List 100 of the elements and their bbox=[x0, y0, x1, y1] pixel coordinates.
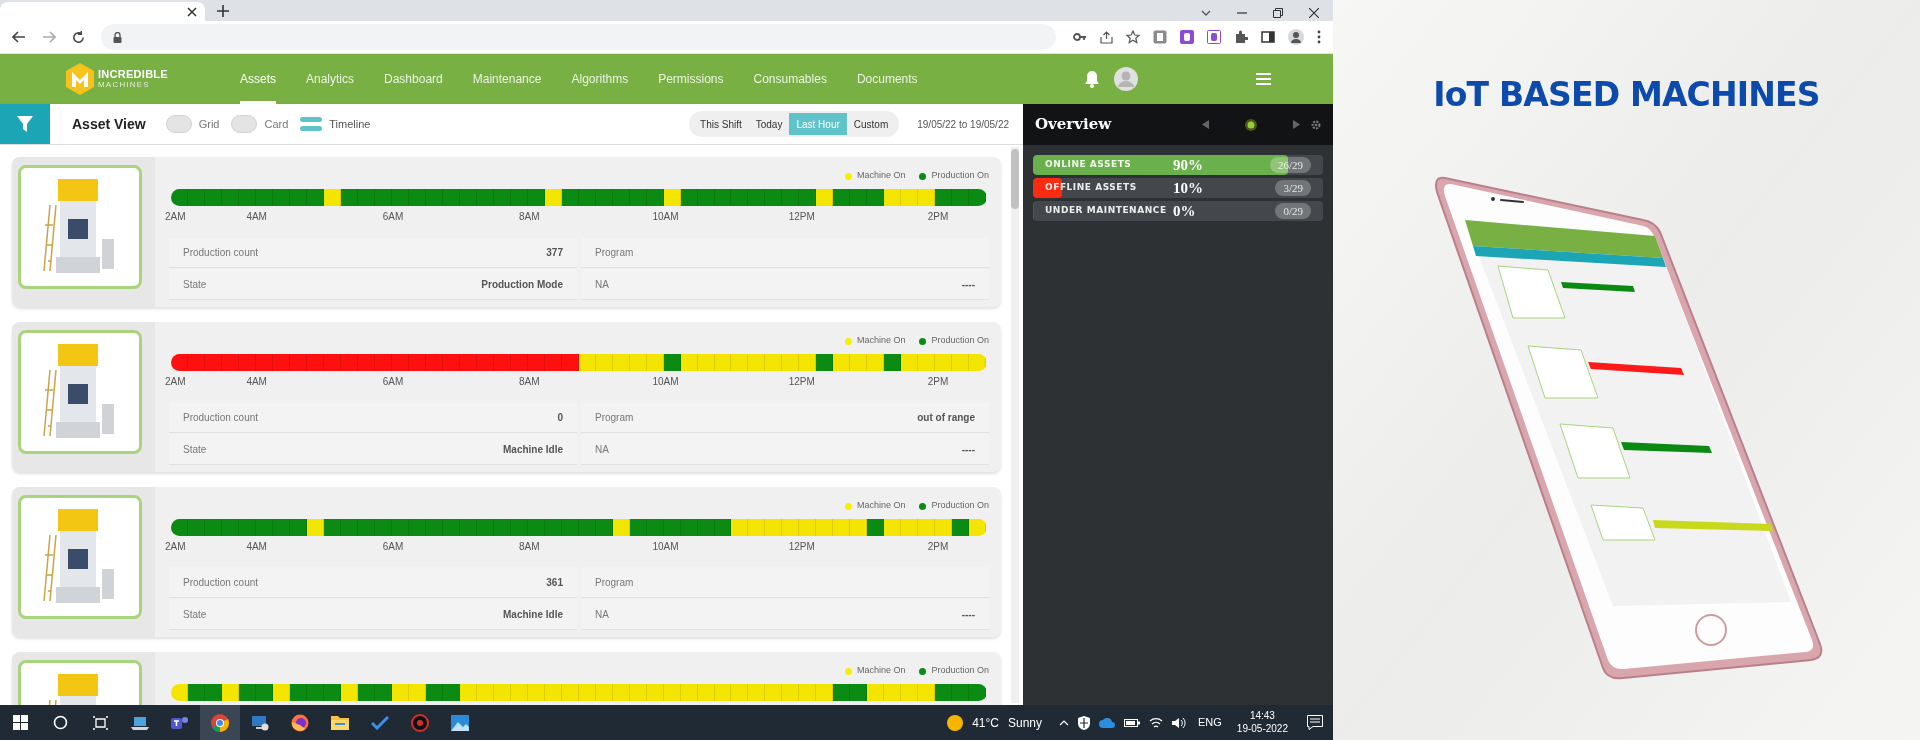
close-icon[interactable] bbox=[1309, 8, 1319, 18]
chevron-down-icon[interactable] bbox=[1201, 9, 1211, 17]
range-button[interactable]: This Shift bbox=[693, 113, 749, 135]
axis-label: 6AM bbox=[382, 375, 404, 389]
sun-icon[interactable] bbox=[947, 714, 964, 731]
status-percent: 0% bbox=[1173, 201, 1196, 221]
restore-icon[interactable] bbox=[1273, 8, 1283, 18]
panel-title: Overview bbox=[1035, 114, 1112, 136]
axis-label: 2AM bbox=[165, 375, 186, 389]
axis-label: 2AM bbox=[165, 210, 186, 224]
fox-browser-icon[interactable] bbox=[291, 713, 309, 732]
reload-icon[interactable] bbox=[72, 30, 85, 44]
speaker-icon[interactable] bbox=[1172, 716, 1186, 729]
key-icon[interactable] bbox=[1073, 32, 1087, 42]
notification-icon[interactable] bbox=[1307, 715, 1323, 730]
shield-icon[interactable] bbox=[1078, 715, 1090, 730]
asset-card[interactable]: Machine On Production On 2AM 4AM 6AM 8AM 10AM 12PM 2PM Production count 361 Program State Machine Idle NA ---- bbox=[12, 487, 1001, 637]
star-icon[interactable] bbox=[1126, 30, 1140, 44]
view-option[interactable]: Grid bbox=[165, 115, 220, 133]
axis-label: 4AM bbox=[246, 540, 267, 554]
range-button[interactable]: Today bbox=[748, 113, 790, 135]
axis-label: 6AM bbox=[382, 210, 404, 224]
axis-label: 2PM bbox=[927, 540, 949, 554]
scrollbar-thumb[interactable] bbox=[1011, 149, 1019, 209]
filter-button[interactable] bbox=[0, 104, 50, 144]
legend-label: Production On bbox=[931, 334, 989, 348]
legend-label: Machine On bbox=[856, 169, 906, 183]
field-label: Program bbox=[595, 410, 634, 425]
machine-thumbnail[interactable] bbox=[18, 495, 142, 619]
right-arrow-icon[interactable] bbox=[1293, 120, 1300, 129]
clock-date[interactable]: 19-05-2022 bbox=[1236, 722, 1288, 735]
legend-label: Machine On bbox=[856, 334, 906, 348]
clock-time[interactable]: 14:43 bbox=[1249, 710, 1275, 723]
extension-icon[interactable] bbox=[1207, 30, 1221, 44]
field-value: Machine Idle bbox=[503, 442, 563, 457]
left-arrow-icon[interactable] bbox=[1202, 120, 1209, 129]
extension-icon[interactable] bbox=[1153, 30, 1167, 44]
language-indicator[interactable]: ENG bbox=[1198, 714, 1222, 731]
axis-label: 6AM bbox=[382, 540, 404, 554]
machine-thumbnail[interactable] bbox=[18, 330, 142, 454]
status-count: 3/29 bbox=[1275, 179, 1311, 197]
field-label: NA bbox=[595, 607, 609, 622]
asset-card[interactable]: Machine On Production On 2AM 4AM 6AM 8AM 10AM 12PM 2PM Production count 377 Program State Production Mode NA ---- bbox=[12, 157, 1001, 307]
computer-icon[interactable] bbox=[251, 714, 269, 731]
checkmark-icon[interactable] bbox=[371, 715, 389, 730]
battery-icon[interactable] bbox=[1124, 717, 1140, 728]
browser-icon[interactable] bbox=[211, 713, 229, 732]
status-percent: 10% bbox=[1173, 178, 1203, 198]
page-title: Asset View bbox=[72, 114, 146, 134]
asset-card[interactable]: Machine On Production On bbox=[12, 652, 1001, 705]
field-label: Program bbox=[595, 245, 634, 260]
menu-icon[interactable] bbox=[1256, 73, 1271, 85]
task-view-icon[interactable] bbox=[92, 715, 108, 730]
scrollbar[interactable] bbox=[1011, 147, 1019, 703]
share-icon[interactable] bbox=[1100, 30, 1113, 44]
search-icon[interactable] bbox=[52, 715, 68, 730]
field-value: 361 bbox=[546, 575, 563, 590]
field-value: 377 bbox=[546, 245, 563, 260]
axis-label: 10AM bbox=[652, 375, 679, 389]
legend-dot-icon bbox=[919, 337, 927, 345]
toggle-icon bbox=[231, 115, 258, 133]
back-arrow-icon[interactable] bbox=[12, 31, 26, 43]
machine-thumbnail[interactable] bbox=[18, 165, 142, 289]
new-tab-icon[interactable] bbox=[217, 5, 229, 17]
field-label: Production count bbox=[183, 245, 259, 260]
settings-icon[interactable] bbox=[1311, 119, 1321, 130]
date-range[interactable]: 19/05/22 to 19/05/22 bbox=[917, 116, 1009, 132]
axis-label: 8AM bbox=[518, 375, 540, 389]
axis-label: 2PM bbox=[927, 375, 949, 389]
asset-card[interactable]: Machine On Production On 2AM 4AM 6AM 8AM 10AM 12PM 2PM Production count 0 Program out of range State Machine Idle NA ---- bbox=[12, 322, 1001, 472]
folder-icon[interactable] bbox=[331, 715, 349, 730]
bell-icon[interactable] bbox=[1082, 69, 1102, 89]
cloud-icon[interactable] bbox=[1099, 717, 1115, 728]
chevron-up-icon[interactable] bbox=[1059, 719, 1069, 726]
weather-text[interactable]: Sunny bbox=[1007, 713, 1042, 732]
laptop-icon[interactable] bbox=[131, 714, 149, 731]
view-option[interactable]: Card bbox=[231, 115, 289, 133]
wifi-icon[interactable] bbox=[1149, 716, 1163, 729]
sidebar-icon[interactable] bbox=[1261, 31, 1275, 43]
windows-icon[interactable] bbox=[12, 715, 28, 730]
range-button[interactable]: Custom bbox=[846, 113, 896, 135]
close-icon[interactable] bbox=[187, 6, 197, 17]
extension-icon[interactable] bbox=[1180, 30, 1194, 44]
status-row[interactable]: UNDER MAINTENANCE 0% 0/29 bbox=[1033, 201, 1323, 221]
picture-icon[interactable] bbox=[451, 714, 469, 731]
field-value: Production Mode bbox=[481, 277, 563, 292]
legend-label: Production On bbox=[931, 169, 989, 183]
more-icon[interactable] bbox=[1317, 30, 1321, 44]
field-value: ---- bbox=[961, 277, 975, 292]
temperature[interactable]: 41°C bbox=[972, 713, 999, 732]
lines-icon bbox=[300, 116, 323, 132]
status-label: UNDER MAINTENANCE bbox=[1045, 204, 1168, 218]
view-option[interactable]: Timeline bbox=[300, 115, 371, 133]
chat-app-icon[interactable] bbox=[171, 714, 189, 731]
profile-icon[interactable] bbox=[1288, 29, 1304, 45]
field-value: out of range bbox=[917, 410, 975, 425]
round-emblem-icon[interactable] bbox=[411, 713, 429, 732]
logo-icon bbox=[65, 62, 95, 96]
axis-label: 12PM bbox=[788, 540, 815, 554]
puzzle-icon[interactable] bbox=[1234, 30, 1248, 44]
